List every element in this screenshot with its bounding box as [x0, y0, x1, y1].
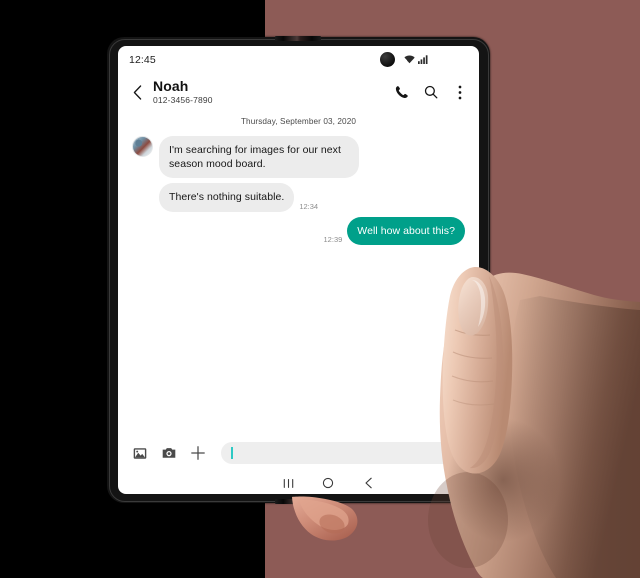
call-icon[interactable]: [394, 84, 410, 100]
device-hinge-top: [275, 36, 321, 41]
device-hinge-bottom: [275, 499, 321, 504]
message-bubble-outgoing[interactable]: Well how about this?: [347, 216, 465, 245]
search-icon[interactable]: [423, 84, 439, 100]
camera-icon[interactable]: [161, 445, 177, 461]
phone-product-scene: 12:45 Noah 012-3456-7890 Thursday, Septe…: [0, 0, 640, 578]
back-icon[interactable]: [358, 475, 380, 491]
message-composer: [118, 434, 479, 472]
sticker-icon[interactable]: [444, 446, 458, 460]
front-camera-icon: [380, 52, 395, 67]
wifi-icon: [404, 51, 415, 69]
status-bar: 12:45: [118, 46, 479, 73]
message-row: There's nothing suitable. 12:34: [132, 183, 465, 212]
avatar: [132, 136, 153, 157]
device-screen: 12:45 Noah 012-3456-7890 Thursday, Septe…: [118, 46, 479, 494]
chat-header: Noah 012-3456-7890: [118, 73, 479, 111]
foldable-device: 12:45 Noah 012-3456-7890 Thursday, Septe…: [107, 36, 490, 504]
contact-info[interactable]: Noah 012-3456-7890: [153, 79, 213, 105]
home-icon[interactable]: [317, 475, 339, 491]
message-bubble-incoming[interactable]: I'm searching for images for our next se…: [159, 136, 359, 179]
contact-phone-number: 012-3456-7890: [153, 95, 213, 106]
chevron-left-icon[interactable]: [127, 79, 147, 105]
system-navigation-bar: [118, 472, 479, 494]
plus-icon[interactable]: [190, 445, 206, 461]
conversation-thread[interactable]: Thursday, September 03, 2020 I'm searchi…: [118, 111, 479, 434]
status-bar-time: 12:45: [129, 53, 156, 66]
message-bubble-incoming[interactable]: There's nothing suitable.: [159, 183, 295, 212]
recents-icon[interactable]: [277, 475, 299, 491]
signal-bars-icon: [418, 51, 428, 69]
search-input[interactable]: [221, 442, 466, 464]
text-caret: [231, 447, 233, 459]
status-bar-indicators: [404, 51, 468, 69]
date-divider: Thursday, September 03, 2020: [240, 117, 357, 126]
message-row: 12:39 Well how about this?: [132, 216, 465, 245]
message-timestamp: 12:34: [299, 201, 319, 211]
page-title: Noah: [153, 78, 189, 95]
more-options-icon[interactable]: [452, 84, 468, 100]
header-actions: [394, 84, 468, 100]
message-row: I'm searching for images for our next se…: [132, 136, 465, 179]
gallery-icon[interactable]: [132, 445, 148, 461]
message-timestamp: 12:39: [323, 234, 343, 244]
